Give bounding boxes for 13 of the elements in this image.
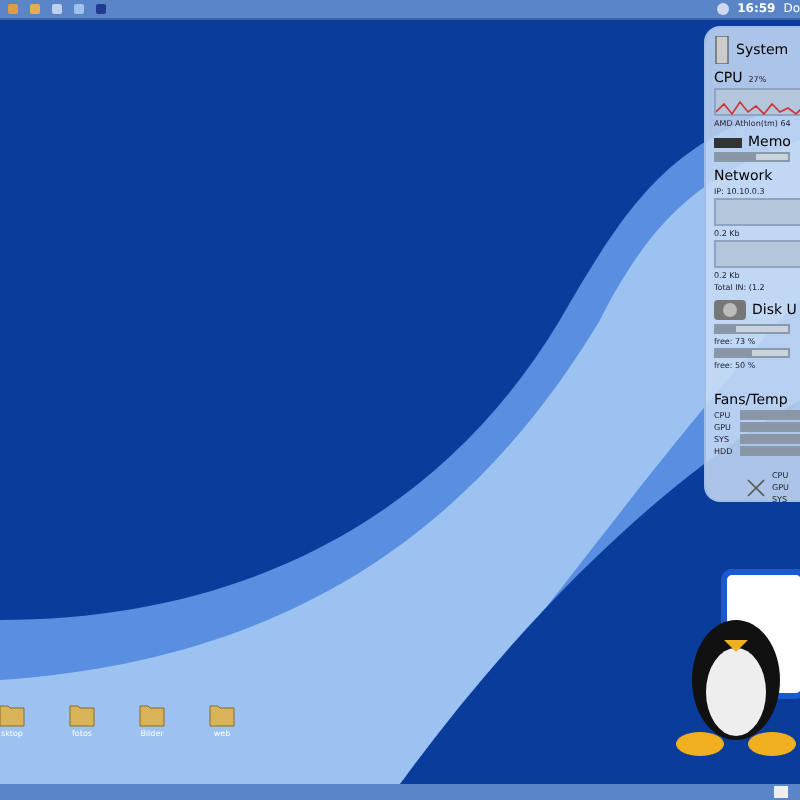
disk-bar (714, 324, 790, 334)
folder-icon (0, 700, 26, 728)
tray-icon[interactable] (715, 2, 730, 16)
network-graph (714, 198, 800, 226)
folder-icon (208, 700, 236, 728)
memory-chip-icon (714, 137, 742, 147)
computer-icon (714, 36, 730, 64)
folder-icon (138, 700, 166, 728)
folder-icon (68, 700, 96, 728)
cpu-graph (714, 88, 800, 116)
memory-bar (714, 152, 790, 162)
network-graph (714, 240, 800, 268)
disk-bar (714, 348, 790, 358)
